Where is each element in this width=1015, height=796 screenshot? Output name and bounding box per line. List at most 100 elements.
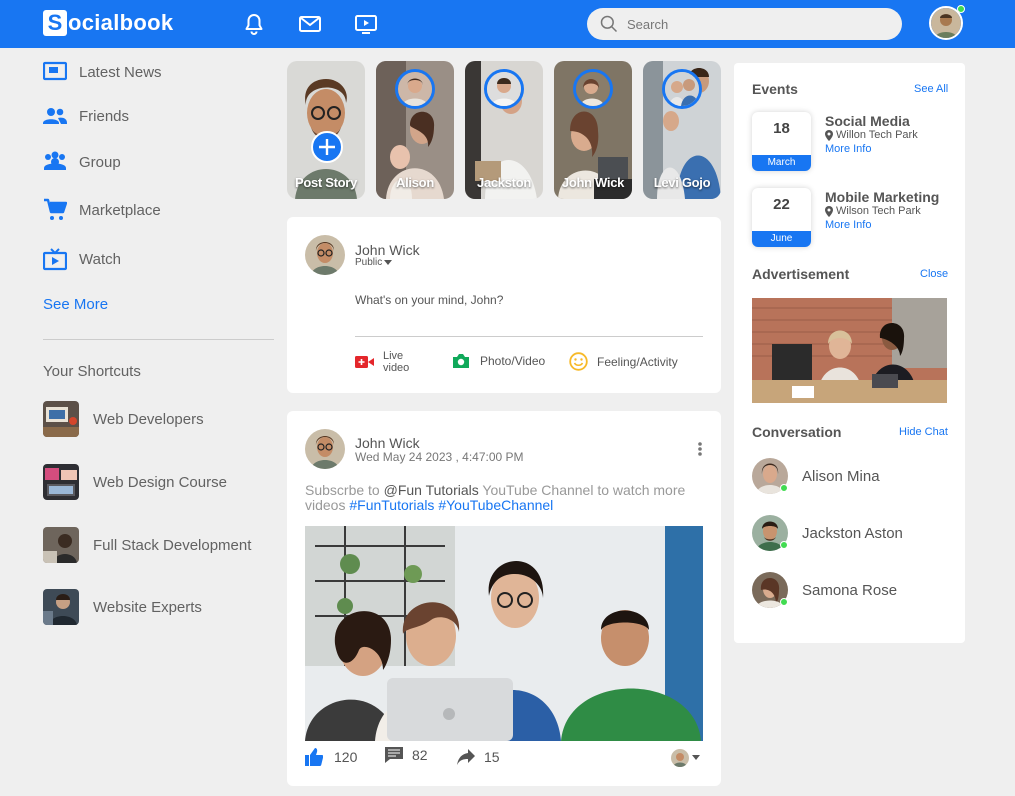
sidebar-item-group[interactable]: Group (43, 150, 121, 174)
shortcut-label: Web Developers (93, 410, 204, 428)
privacy-selector[interactable]: Public (355, 257, 393, 268)
story-alison[interactable]: Alison (376, 61, 454, 199)
share-icon (457, 749, 475, 765)
shortcut-thumbnail (43, 464, 79, 500)
post-as-selector[interactable] (671, 749, 701, 767)
story-name: Alison (396, 175, 434, 190)
composer-textarea[interactable]: What's on your mind, John? (355, 293, 703, 337)
group-icon (44, 151, 66, 170)
post-card: John Wick Wed May 24 2023 , 4:47:00 PM S… (287, 411, 721, 786)
share-count: 15 (484, 749, 500, 765)
add-story-button[interactable] (311, 131, 343, 163)
story-post-story[interactable]: Post Story (287, 61, 365, 199)
sidebar-item-friends[interactable]: Friends (43, 104, 129, 128)
sidebar-item-watch[interactable]: Watch (43, 247, 121, 271)
photo-video-button[interactable]: Photo/Video (452, 353, 545, 369)
live-video-button[interactable]: Live video (355, 350, 419, 374)
online-indicator (780, 484, 788, 492)
sidebar-item-marketplace[interactable]: Marketplace (43, 198, 161, 222)
privacy-label: Public (355, 257, 383, 268)
feeling-activity-button[interactable]: Feeling/Activity (569, 352, 678, 371)
live-video-icon (355, 356, 374, 368)
post-author-avatar[interactable] (305, 429, 345, 469)
events-see-all-link[interactable]: See All (914, 83, 948, 95)
event-title: Social Media (825, 113, 910, 129)
shortcuts-title: Your Shortcuts (43, 363, 141, 380)
story-avatar (484, 69, 524, 109)
shortcut-full-stack-development[interactable]: Full Stack Development (43, 527, 251, 563)
post-timestamp: Wed May 24 2023 , 4:47:00 PM (355, 450, 524, 464)
hashtag-link[interactable]: #FunTutorials (349, 497, 434, 513)
event-more-info-link[interactable]: More Info (825, 219, 871, 231)
event-location: Wilson Tech Park (825, 205, 921, 217)
location-pin-icon (825, 129, 833, 141)
conversation-title: Conversation (752, 424, 842, 440)
hide-chat-link[interactable]: Hide Chat (899, 426, 948, 438)
top-navbar: S ocialbook (0, 0, 1015, 48)
mention-link[interactable]: @Fun Tutorials (384, 482, 479, 498)
hashtag-link[interactable]: #YouTubeChannel (438, 497, 553, 513)
more-options-icon[interactable] (697, 441, 703, 457)
contact-name: Alison Mina (802, 467, 880, 485)
sidebar-item-label: Group (79, 153, 121, 171)
logo[interactable]: S ocialbook (43, 9, 173, 37)
event-date-box: 18 March (752, 112, 811, 171)
shortcut-website-experts[interactable]: Website Experts (43, 589, 202, 625)
search-bar[interactable] (587, 8, 902, 40)
post-image[interactable] (305, 526, 703, 741)
share-button[interactable]: 15 (457, 749, 500, 765)
comment-count: 82 (412, 747, 428, 763)
mail-icon[interactable] (298, 12, 322, 36)
event-month: June (752, 231, 811, 247)
story-avatar (395, 69, 435, 109)
event-title: Mobile Marketing (825, 189, 940, 205)
tv-icon (43, 248, 67, 271)
event-location: Willon Tech Park (825, 129, 918, 141)
see-more-link[interactable]: See More (43, 296, 108, 313)
story-levi-gojo[interactable]: Levi Gojo (643, 61, 721, 199)
conversation-item[interactable]: Jackston Aston (752, 515, 903, 551)
event-more-info-link[interactable]: More Info (825, 143, 871, 155)
sidebar-item-latest-news[interactable]: Latest News (43, 60, 162, 84)
story-john-wick[interactable]: John Wick (554, 61, 632, 199)
advertisement-close-link[interactable]: Close (920, 268, 948, 280)
caret-down-icon (384, 259, 393, 265)
post-composer: John Wick Public What's on your mind, Jo… (287, 217, 721, 393)
search-input[interactable] (627, 16, 887, 32)
photo-video-label: Photo/Video (480, 354, 546, 368)
sidebar-divider (43, 339, 274, 340)
caret-down-icon (692, 755, 700, 760)
shortcut-thumbnail (43, 589, 79, 625)
bell-icon[interactable] (242, 12, 266, 36)
video-icon[interactable] (354, 12, 378, 36)
online-indicator (780, 541, 788, 549)
story-jackston[interactable]: Jackston (465, 61, 543, 199)
story-name: Levi Gojo (653, 175, 711, 190)
composer-user-name: John Wick (355, 242, 420, 258)
logo-text: ocialbook (68, 10, 174, 35)
friends-icon (43, 108, 67, 124)
shortcut-thumbnail (43, 401, 79, 437)
story-name: Post Story (294, 175, 357, 190)
post-author-name[interactable]: John Wick (355, 435, 420, 451)
camera-icon (453, 354, 469, 368)
conversation-item[interactable]: Samona Rose (752, 572, 897, 608)
logo-mark: S (43, 10, 67, 36)
contact-name: Jackston Aston (802, 524, 903, 542)
comment-button[interactable]: 82 (385, 746, 428, 764)
conversation-item[interactable]: Alison Mina (752, 458, 880, 494)
event-day: 18 (773, 120, 790, 137)
online-indicator (957, 5, 965, 13)
event-month: March (752, 155, 811, 171)
shortcut-web-developers[interactable]: Web Developers (43, 401, 204, 437)
post-text-part: Subscrbe to (305, 482, 380, 498)
event-date-box: 22 June (752, 188, 811, 247)
event-location-label: Wilson Tech Park (836, 205, 921, 217)
shortcut-web-design-course[interactable]: Web Design Course (43, 464, 227, 500)
advertisement-image[interactable] (752, 298, 947, 403)
story-avatar (573, 69, 613, 109)
like-button[interactable]: 120 (305, 748, 357, 766)
online-indicator (780, 598, 788, 606)
thumbs-up-icon (305, 748, 323, 766)
live-video-label: Live video (383, 350, 410, 374)
